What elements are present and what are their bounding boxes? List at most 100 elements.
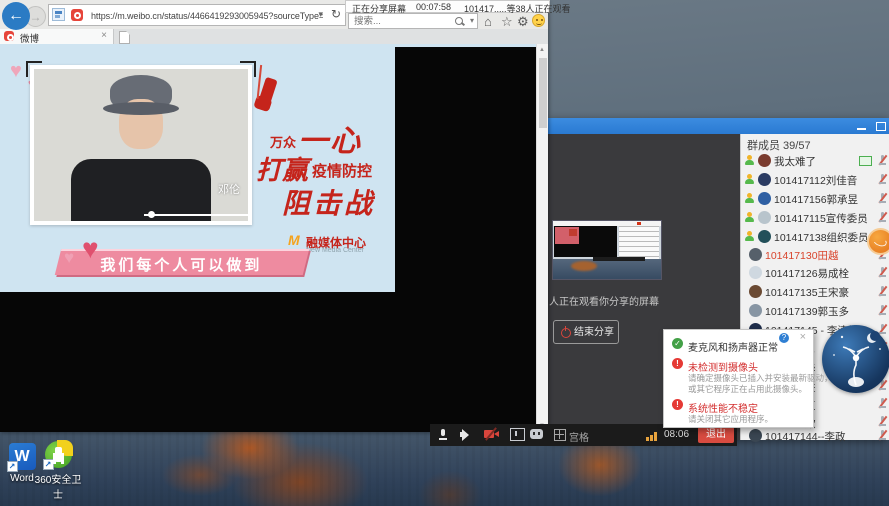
search-input[interactable] xyxy=(352,14,446,29)
heart-icon: ♥ xyxy=(82,235,99,263)
person-hat-brim xyxy=(103,102,179,115)
thumb-wallpaper xyxy=(553,259,661,279)
muted-mic-icon xyxy=(878,416,887,427)
warning-icon: ! xyxy=(672,358,683,369)
presence-icon xyxy=(745,231,754,241)
member-count-header: 群成员 39/57 xyxy=(747,137,811,153)
scroll-up-icon[interactable]: ▲ xyxy=(539,47,545,53)
desktop-icon-360[interactable]: ↗ 360安全卫士 xyxy=(30,441,86,501)
search-dropdown-icon[interactable]: ▾ xyxy=(470,16,474,25)
member-row[interactable]: 101417139郭玉多 xyxy=(741,302,889,319)
scrollbar-thumb[interactable] xyxy=(539,58,547,128)
member-row[interactable]: 101417126易成栓 xyxy=(741,264,889,281)
thumb-reflection xyxy=(571,261,597,271)
vertical-scrollbar[interactable]: ▲ ▼ xyxy=(536,44,548,432)
minimize-button[interactable] xyxy=(856,122,870,131)
url-input[interactable] xyxy=(89,5,325,27)
tab-title: 微博 xyxy=(20,31,39,45)
member-row[interactable]: 我太难了 xyxy=(741,152,889,169)
tab-close-icon[interactable]: × xyxy=(101,30,107,41)
mic-ok-text: 麦克风和扬声器正常 xyxy=(688,339,778,354)
help-icon[interactable]: ? xyxy=(779,333,789,343)
floating-app-badge[interactable] xyxy=(867,228,889,255)
viewing-status-text: 人正在观看你分享的屏幕 xyxy=(549,293,659,308)
signal-bars-icon xyxy=(646,431,660,441)
weibo-video-player[interactable]: ♥ ♥ M 邓伦 万众 一心 打赢 疫情防控 阻击战 xyxy=(0,47,395,292)
meeting-titlebar[interactable] xyxy=(548,118,889,134)
performance-warning-line1: 请关闭其它应用程序。 xyxy=(688,413,773,425)
search-box[interactable]: ▾ xyxy=(348,13,478,29)
address-bar[interactable]: ▾ ↻ xyxy=(48,4,346,26)
compatibility-view-icon[interactable] xyxy=(52,8,65,21)
speaker-button[interactable] xyxy=(460,428,472,440)
shortcut-arrow-icon: ↗ xyxy=(7,461,18,472)
thumb-toolbar xyxy=(593,257,645,261)
warning-icon: ! xyxy=(672,399,683,410)
screen-share-icon xyxy=(859,156,872,166)
home-icon[interactable]: ⌂ xyxy=(484,14,492,29)
end-share-button[interactable]: 结束分享 xyxy=(553,320,619,344)
muted-mic-icon xyxy=(878,155,887,166)
avatar xyxy=(749,304,762,317)
muted-mic-icon xyxy=(878,212,887,223)
thumb-member-panel xyxy=(619,226,659,259)
member-row[interactable]: 101417112刘佳音 xyxy=(741,171,889,188)
muted-mic-icon xyxy=(878,193,887,204)
share-status-text: 正在分享屏幕 xyxy=(352,2,406,15)
share-screen-button[interactable] xyxy=(510,428,525,441)
favorites-star-icon[interactable]: ☆ xyxy=(501,14,513,30)
device-check-popup: ? × ✓ 麦克风和扬声器正常 ! 未检测到摄像头 请确定摄像头已插入并安装最新… xyxy=(663,329,814,428)
smiley-icon[interactable] xyxy=(532,14,545,27)
thumb-video xyxy=(555,227,579,244)
weibo-favicon xyxy=(4,31,14,41)
muted-mic-icon xyxy=(878,305,887,316)
page-content: ♥ ♥ M 邓伦 万众 一心 打赢 疫情防控 阻击战 xyxy=(0,44,536,432)
presence-icon xyxy=(745,155,754,165)
grid-view-label[interactable]: 宫格 xyxy=(569,429,589,444)
search-icon[interactable] xyxy=(455,17,463,25)
browser-window: ← → ▾ ↻ ▾ ⌂ ☆ ⚙ 微博 × ♥ ♥ M xyxy=(0,0,548,432)
avatar xyxy=(758,230,771,243)
360-shield-icon: ↗ xyxy=(45,441,72,468)
member-row[interactable]: 101417130田越 xyxy=(741,246,889,263)
muted-mic-icon xyxy=(878,398,887,409)
heart-icon: ♥ xyxy=(10,61,22,81)
member-row[interactable]: 101417115宣传委员 xyxy=(741,209,889,226)
share-timer: 00:07:58 xyxy=(416,2,451,12)
maximize-button[interactable] xyxy=(874,122,888,131)
slogan-text: 疫情防控 xyxy=(312,160,372,181)
refresh-icon[interactable]: ↻ xyxy=(331,7,341,21)
muted-mic-icon xyxy=(878,174,887,185)
tab-weibo[interactable]: 微博 × xyxy=(0,29,114,44)
video-photo-frame: 邓伦 xyxy=(30,65,252,225)
member-row[interactable]: 101417156郭承昱 xyxy=(741,190,889,207)
slogan-text: 阻击战 xyxy=(282,182,375,222)
weibo-site-icon xyxy=(71,9,83,21)
grid-view-icon[interactable] xyxy=(554,429,566,441)
settings-gear-icon[interactable]: ⚙ xyxy=(517,14,529,30)
exit-button[interactable]: 退出 xyxy=(698,427,734,443)
new-tab-button[interactable] xyxy=(119,31,130,44)
close-icon[interactable]: × xyxy=(800,331,806,343)
fist-icon xyxy=(258,77,277,105)
muted-mic-icon xyxy=(878,286,887,297)
mic-button[interactable] xyxy=(438,428,448,442)
tab-row: 微博 × xyxy=(0,29,548,44)
back-button[interactable]: ← xyxy=(2,2,30,30)
camera-off-button[interactable] xyxy=(484,428,500,440)
avatar xyxy=(749,285,762,298)
member-row[interactable]: 101417135王宋豪 xyxy=(741,283,889,300)
robot-button[interactable] xyxy=(530,429,543,439)
member-row[interactable]: 101417144--李政 xyxy=(741,427,889,440)
share-viewers-text: 101417.....等38人正在观看 xyxy=(464,2,571,15)
avatar xyxy=(758,192,771,205)
address-dropdown-icon[interactable]: ▾ xyxy=(318,9,323,20)
slogan-text: 万众 xyxy=(270,132,296,151)
presence-icon xyxy=(745,193,754,203)
shared-screen-thumbnail[interactable] xyxy=(552,220,662,280)
presence-icon xyxy=(745,212,754,222)
avatar xyxy=(749,248,762,261)
avatar xyxy=(758,154,771,167)
progress-line xyxy=(144,214,248,216)
media-center-logo-en: New Media Center xyxy=(306,247,364,254)
